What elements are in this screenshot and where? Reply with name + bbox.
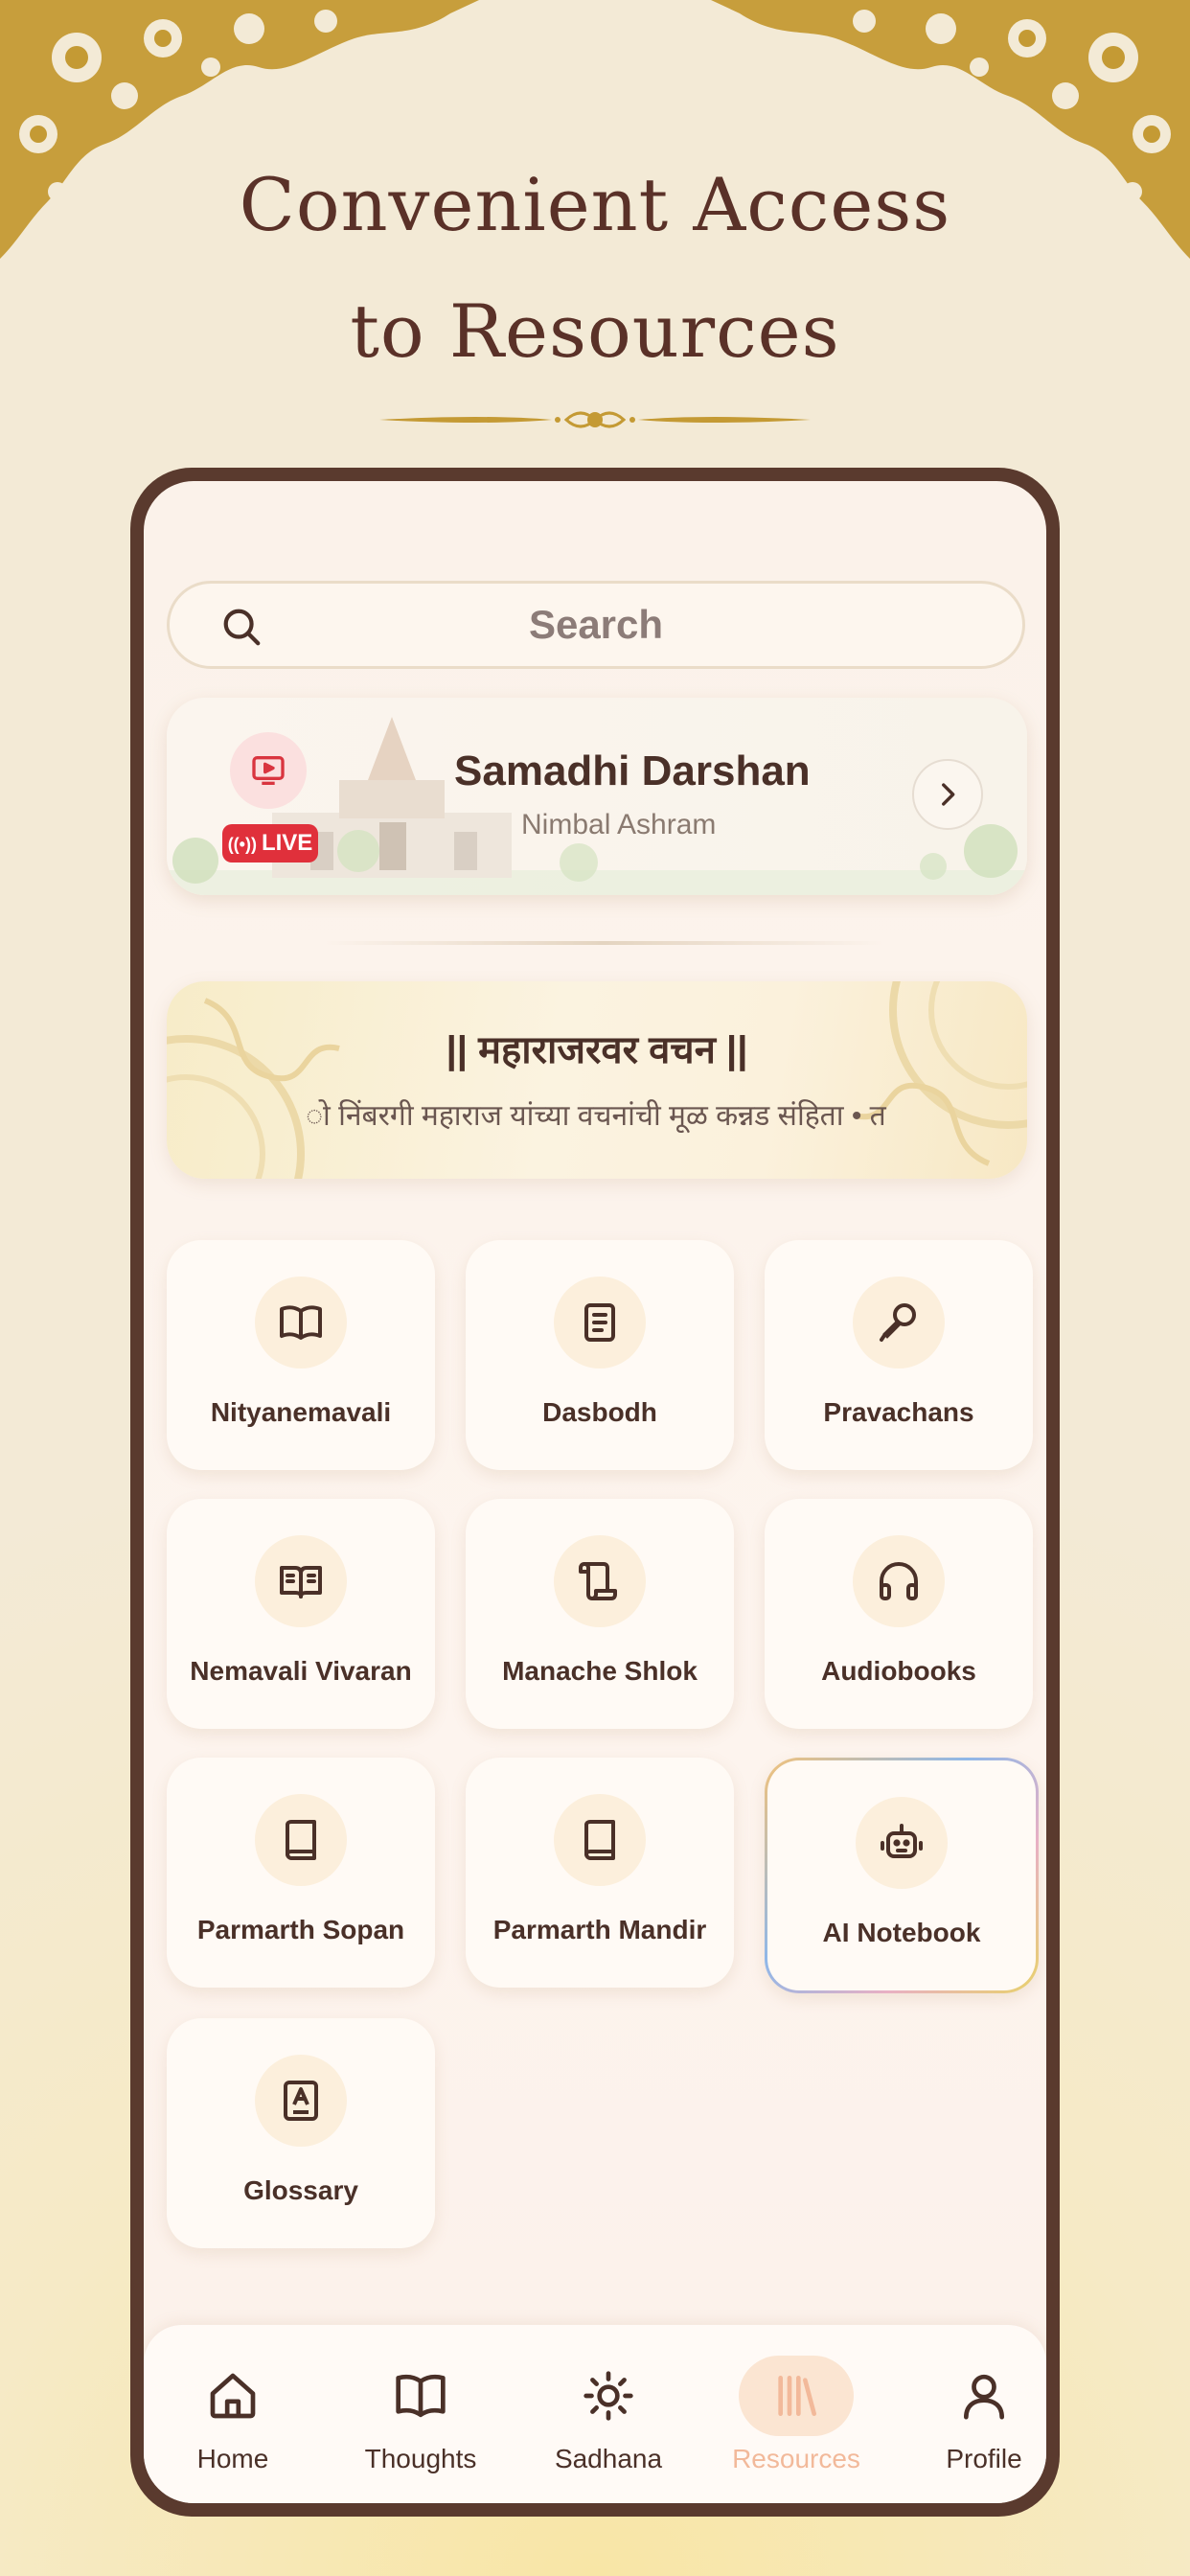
reading-book-icon bbox=[280, 1566, 322, 1598]
search-bar[interactable]: Search bbox=[167, 581, 1025, 669]
promo-headline: Convenient Access to Resources bbox=[0, 142, 1190, 395]
resource-tile-audiobooks[interactable]: Audiobooks bbox=[765, 1499, 1033, 1729]
tile-label: Nemavali Vivaran bbox=[190, 1656, 412, 1686]
home-icon bbox=[210, 2373, 256, 2419]
headline-line-1: Convenient Access bbox=[239, 162, 951, 247]
tv-icon bbox=[252, 756, 285, 785]
tile-label: Pravachans bbox=[823, 1397, 974, 1427]
tile-label: Dasbodh bbox=[542, 1397, 657, 1427]
tab-profile[interactable]: Profile bbox=[903, 2344, 1046, 2488]
robot-icon bbox=[881, 1824, 923, 1858]
vachan-title: || महाराजरवर वचन || bbox=[446, 1029, 748, 1071]
resource-tile-parmarth-sopan[interactable]: Parmarth Sopan bbox=[167, 1758, 435, 1988]
sun-icon bbox=[584, 2371, 633, 2421]
resource-tile-manache-shlok[interactable]: Manache Shlok bbox=[466, 1499, 734, 1729]
tile-label: AI Notebook bbox=[822, 1918, 981, 1947]
live-card-arrow-button[interactable] bbox=[912, 759, 983, 830]
tab-label: Profile bbox=[946, 2444, 1022, 2473]
resource-tile-dasbodh[interactable]: Dasbodh bbox=[466, 1240, 734, 1470]
tab-label: Thoughts bbox=[364, 2444, 477, 2473]
live-card-subtitle: Nimbal Ashram bbox=[521, 809, 717, 840]
tv-icon-badge bbox=[230, 732, 307, 809]
scroll-icon bbox=[579, 1562, 617, 1600]
glossary-icon bbox=[284, 2081, 318, 2121]
resource-tile-parmarth-mandir[interactable]: Parmarth Mandir bbox=[466, 1758, 734, 1988]
book-icon bbox=[584, 1820, 615, 1860]
tab-thoughts[interactable]: Thoughts bbox=[339, 2344, 502, 2488]
book-icon bbox=[286, 1820, 316, 1860]
tab-home[interactable]: Home bbox=[151, 2344, 314, 2488]
phone-frame: Search ((•)) LIVE Samadhi Darshan Nimbal… bbox=[130, 468, 1060, 2517]
tile-label: Audiobooks bbox=[821, 1656, 976, 1686]
live-card-title: Samadhi Darshan bbox=[454, 748, 811, 794]
live-badge: ((•)) LIVE bbox=[222, 824, 318, 862]
library-icon bbox=[778, 2376, 816, 2416]
tile-label: Manache Shlok bbox=[502, 1656, 698, 1686]
headline-line-2: to Resources bbox=[350, 288, 840, 374]
resource-tile-pravachans[interactable]: Pravachans bbox=[765, 1240, 1033, 1470]
user-icon bbox=[964, 2374, 1004, 2420]
document-icon bbox=[584, 1303, 615, 1342]
mandala-ornament bbox=[854, 981, 1027, 1166]
tab-label: Home bbox=[196, 2444, 269, 2473]
bottom-tab-bar: Home Thoughts Sadhana Resources Profile bbox=[144, 2325, 1046, 2503]
app-screen: Search ((•)) LIVE Samadhi Darshan Nimbal… bbox=[144, 481, 1046, 2503]
tab-sadhana[interactable]: Sadhana bbox=[527, 2344, 690, 2488]
headphones-icon bbox=[880, 1562, 918, 1600]
mandala-ornament bbox=[167, 998, 340, 1179]
chevron-right-icon bbox=[942, 783, 955, 806]
resource-tile-nityanemavali[interactable]: Nityanemavali bbox=[167, 1240, 435, 1470]
microphone-icon bbox=[880, 1303, 916, 1342]
maharaj-vachan-card[interactable]: || महाराजरवर वचन || ो निंबरगी महाराज यां… bbox=[167, 981, 1027, 1179]
live-darshan-card[interactable]: ((•)) LIVE Samadhi Darshan Nimbal Ashram bbox=[167, 698, 1027, 895]
tab-resources[interactable]: Resources bbox=[715, 2344, 878, 2488]
tile-label: Parmarth Sopan bbox=[196, 1915, 405, 1944]
tab-label: Resources bbox=[732, 2444, 860, 2473]
resource-tile-nemavali-vivaran[interactable]: Nemavali Vivaran bbox=[167, 1499, 435, 1729]
broadcast-icon: ((•)) bbox=[227, 835, 262, 854]
section-separator bbox=[326, 941, 881, 945]
search-placeholder: Search bbox=[528, 602, 664, 647]
resource-tile-ai-notebook[interactable]: AI Notebook bbox=[765, 1758, 1039, 1993]
open-book-icon bbox=[280, 1305, 322, 1340]
tile-label: Nityanemavali bbox=[210, 1397, 392, 1427]
tile-label: Glossary bbox=[243, 2175, 358, 2205]
tab-label: Sadhana bbox=[554, 2444, 663, 2473]
tile-label: Parmarth Mandir bbox=[492, 1915, 707, 1944]
decorative-divider bbox=[379, 411, 811, 428]
vachan-scrolling-text: ो निंबरगी महाराज यांच्या वचनांची मूळ कन्… bbox=[306, 1100, 886, 1132]
book-open-icon bbox=[396, 2374, 446, 2418]
resource-tile-glossary[interactable]: Glossary bbox=[167, 2018, 435, 2248]
